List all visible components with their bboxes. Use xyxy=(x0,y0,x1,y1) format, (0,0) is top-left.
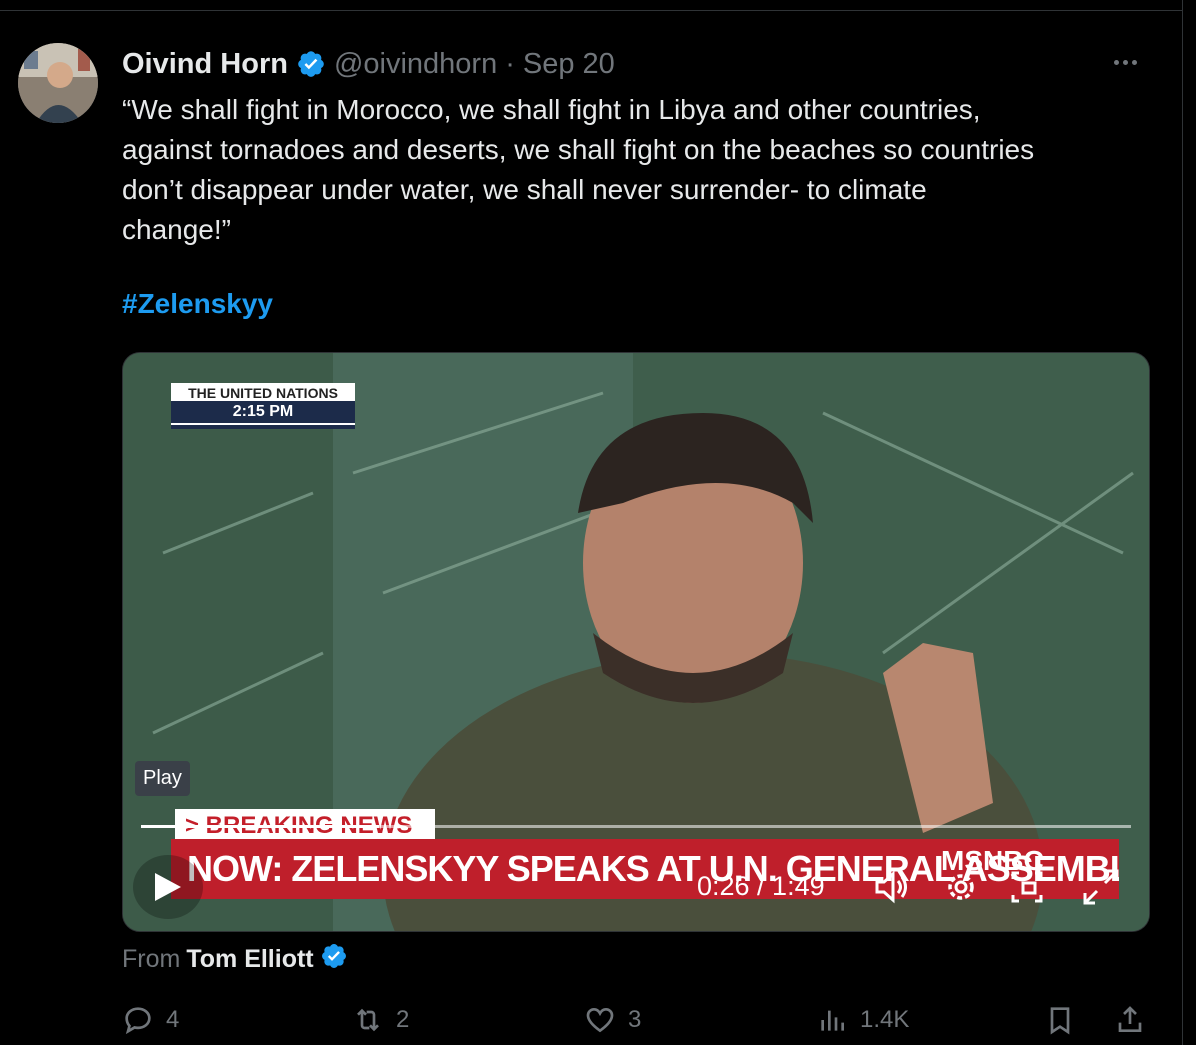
tweet-date[interactable]: Sep 20 xyxy=(523,48,615,81)
play-icon xyxy=(155,873,181,901)
author-avatar[interactable] xyxy=(18,43,98,123)
repost-button[interactable]: 2 xyxy=(352,1000,409,1040)
reply-count: 4 xyxy=(166,1006,180,1033)
reply-button[interactable]: 4 xyxy=(122,1000,179,1040)
share-button[interactable] xyxy=(1114,1000,1146,1040)
volume-icon[interactable] xyxy=(871,867,911,907)
verified-badge-icon xyxy=(320,942,348,977)
repost-count: 2 xyxy=(396,1006,410,1033)
views-button[interactable]: 1.4K xyxy=(816,1000,909,1040)
top-divider xyxy=(0,10,1182,11)
reply-icon xyxy=(125,1007,151,1035)
verified-badge-icon[interactable] xyxy=(296,49,326,79)
attribution-prefix: From xyxy=(122,945,181,973)
play-tooltip: Play xyxy=(135,761,190,796)
location-label: THE UNITED NATIONS xyxy=(188,385,338,401)
video-time-display: 0:26 / 1:49 xyxy=(697,871,825,901)
attribution-name[interactable]: Tom Elliott xyxy=(186,945,313,974)
author-handle[interactable]: @oivindhorn xyxy=(334,48,497,81)
right-divider xyxy=(1182,0,1183,1045)
author-name[interactable]: Oivind Horn xyxy=(122,48,288,81)
fullscreen-icon[interactable] xyxy=(1081,867,1121,907)
views-icon xyxy=(821,1010,844,1031)
bookmark-button[interactable] xyxy=(1044,1000,1076,1040)
header-separator: · xyxy=(505,47,515,80)
share-icon xyxy=(1118,1006,1142,1032)
like-count: 3 xyxy=(628,1006,642,1033)
like-button[interactable]: 3 xyxy=(584,1000,641,1040)
tweet-header: Oivind Horn @oivindhorn · Sep 20 xyxy=(122,44,615,84)
tweet-actions: 4 2 3 1.4K xyxy=(122,1000,1162,1040)
more-icon[interactable] xyxy=(1114,50,1148,74)
like-icon xyxy=(586,1007,614,1033)
video-progress-fill xyxy=(141,825,379,828)
picture-in-picture-icon[interactable] xyxy=(1007,867,1047,907)
tweet-text: “We shall fight in Morocco, we shall fig… xyxy=(122,94,1035,245)
video-attribution: From Tom Elliott xyxy=(122,942,348,977)
video-controls: 0:26 / 1:49 xyxy=(133,855,1133,919)
video-progress-bar[interactable] xyxy=(141,825,1131,828)
video-player[interactable]: THE UNITED NATIONS 2:15 PM > BREAKING NE… xyxy=(122,352,1150,932)
location-chyron: THE UNITED NATIONS 2:15 PM xyxy=(171,383,355,429)
hashtag-link[interactable]: #Zelenskyy xyxy=(122,288,273,320)
location-time: 2:15 PM xyxy=(171,401,355,423)
bookmark-icon xyxy=(1050,1007,1070,1035)
settings-icon[interactable] xyxy=(941,867,981,907)
play-button[interactable] xyxy=(133,855,203,919)
repost-icon xyxy=(357,1008,379,1032)
views-count: 1.4K xyxy=(860,1006,910,1033)
